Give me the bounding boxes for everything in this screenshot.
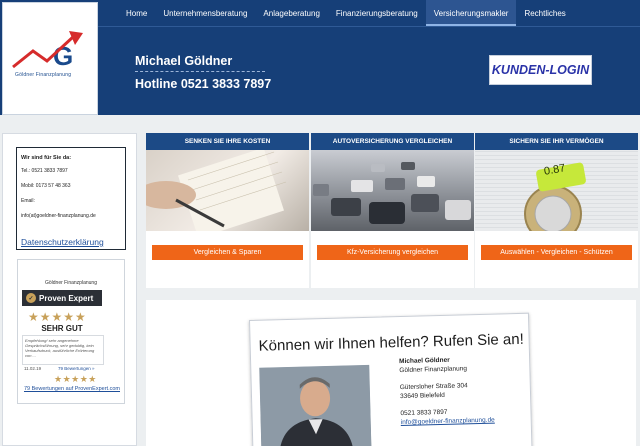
review-count-link[interactable]: 79 Bewertungen » [58, 366, 95, 371]
auswaehlen-button[interactable]: Auswählen - Vergleichen - Schützen [481, 245, 632, 260]
site-header: G Göldner Finanzplanung Home Unternehmen… [0, 0, 640, 115]
sidebar: Wir sind für Sie da: Tel.: 0521 3833 789… [2, 133, 137, 446]
review-quote: Empfehlung! sehr angenehme Gesprächsführ… [22, 335, 104, 365]
nav-item-anlageberatung[interactable]: Anlageberatung [255, 0, 328, 26]
portrait-photo [259, 364, 372, 446]
promo-card-kosten: SENKEN SIE IHRE KOSTEN Vergleichen & Spa… [146, 133, 309, 288]
logo[interactable]: G Göldner Finanzplanung [2, 2, 98, 115]
main-nav: Home Unternehmensberatung Anlageberatung… [118, 0, 574, 26]
privacy-link[interactable]: Datenschutzerklärung [21, 237, 104, 247]
coin-price-tag-illustration [524, 162, 586, 231]
pe-brand: Proven Expert [39, 293, 94, 303]
kunden-login-button[interactable]: KUNDEN-LOGIN [489, 55, 592, 85]
vergleichen-sparen-button[interactable]: Vergleichen & Sparen [152, 245, 303, 260]
nav-item-versicherungsmakler[interactable]: Versicherungsmakler [425, 0, 517, 26]
reviews-link[interactable]: 79 Bewertungen auf ProvenExpert.com [18, 386, 126, 392]
contact-tel: Tel.: 0521 3833 7897 [21, 168, 68, 174]
logo-text: Göldner Finanzplanung [15, 72, 72, 78]
card-title: SICHERN SIE IHR VERMÖGEN [475, 133, 638, 150]
header-dashed-divider [135, 71, 265, 72]
nav-item-unternehmensberatung[interactable]: Unternehmensberatung [155, 0, 255, 26]
nav-item-home[interactable]: Home [118, 0, 155, 26]
portrait-illustration [259, 364, 372, 446]
card-title: AUTOVERSICHERUNG VERGLEICHEN [311, 133, 474, 150]
contact-address: Michael Göldner Göldner Finanzplanung Gü… [399, 355, 495, 427]
nav-item-finanzierungsberatung[interactable]: Finanzierungsberatung [328, 0, 426, 26]
calculator-photo [146, 150, 309, 231]
nav-item-rechtliches[interactable]: Rechtliches [516, 0, 573, 26]
contact-title: Wir sind für Sie da: [21, 155, 72, 161]
contact-email-link[interactable]: info@goeldner-finanzplanung.de [401, 416, 495, 427]
header-hotline: Hotline 0521 3833 7897 [135, 77, 272, 91]
pen-calculator-illustration [146, 150, 287, 231]
nav-divider [98, 26, 640, 27]
review-date: 11.02.19 [24, 366, 42, 371]
kfz-vergleichen-button[interactable]: Kfz-Versicherung vergleichen [317, 245, 468, 260]
rating-grade: SEHR GUT [41, 324, 83, 333]
help-title: Können wir Ihnen helfen? Rufen Sie an! [258, 330, 525, 355]
provenexpert-widget[interactable]: Göldner Finanzplanung ✓ Proven Expert ★★… [17, 259, 125, 404]
logo-graph-icon: G [12, 31, 83, 71]
header-name: Michael Göldner [135, 54, 233, 68]
rating-stars: ★★★★★ [28, 310, 87, 324]
pe-company: Göldner Finanzplanung [45, 280, 97, 286]
coin-photo: 0.87 [475, 150, 638, 231]
card-title: SENKEN SIE IHRE KOSTEN [146, 133, 309, 150]
promo-card-vermoegen: SICHERN SIE IHR VERMÖGEN 0.87 Auswählen … [475, 133, 638, 288]
contact-box: Wir sind für Sie da: Tel.: 0521 3833 789… [16, 147, 126, 250]
traffic-jam-illustration [313, 162, 471, 224]
promo-card-auto: AUTOVERSICHERUNG VERGLEICHEN Kfz-Versich… [311, 133, 474, 288]
traffic-photo [311, 150, 474, 231]
provenexpert-check-icon: ✓ [26, 293, 36, 303]
contact-email: info(at)goeldner-finanzplanung.de [21, 213, 96, 219]
rating-stars-small: ★★★★★ [54, 374, 97, 384]
provenexpert-logo: ✓ Proven Expert [22, 290, 102, 306]
help-card: Können wir Ihnen helfen? Rufen Sie an! M… [249, 312, 533, 446]
contact-email-label: Email: [21, 198, 35, 204]
contact-mobil: Mobil: 0173 57 48 363 [21, 183, 71, 189]
